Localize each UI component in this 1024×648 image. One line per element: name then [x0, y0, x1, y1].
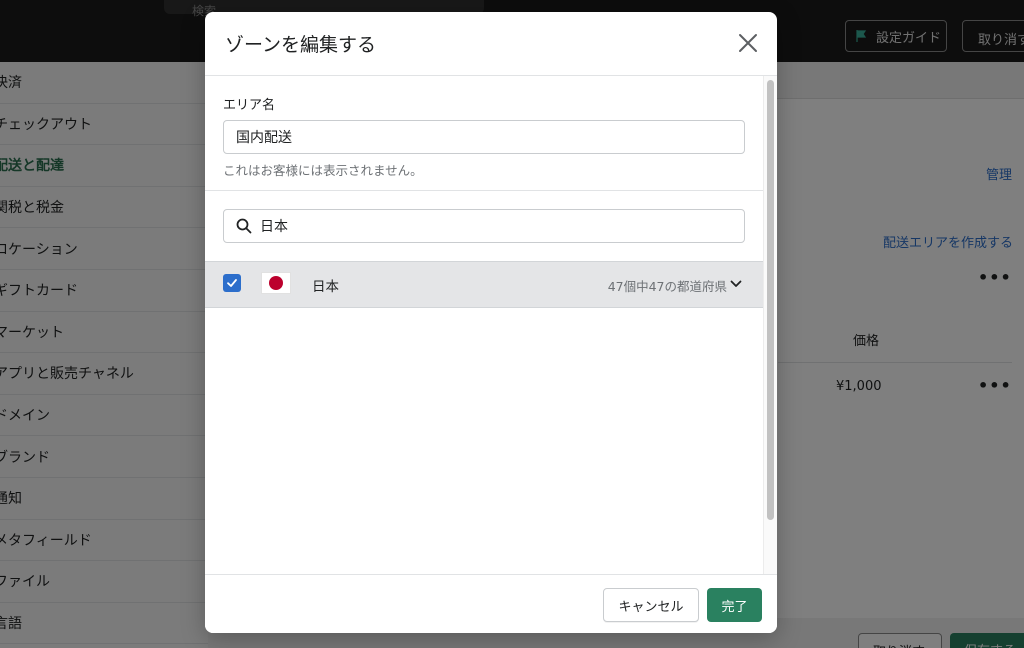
country-checkbox[interactable] — [223, 274, 241, 292]
edit-zone-modal: ゾーンを編集する エリア名 これはお客様には表示されません。 — [205, 12, 777, 633]
checkmark-icon — [227, 279, 237, 287]
country-search-box[interactable] — [223, 209, 745, 243]
modal-title: ゾーンを編集する — [225, 34, 377, 56]
cancel-button[interactable]: キャンセル — [603, 588, 699, 622]
modal-header: ゾーンを編集する — [205, 12, 777, 76]
japan-flag-icon — [261, 272, 291, 294]
country-search-section — [205, 191, 763, 261]
done-button[interactable]: 完了 — [707, 588, 762, 622]
country-name: 日本 — [312, 279, 339, 295]
area-name-section: エリア名 これはお客様には表示されません。 — [205, 76, 763, 191]
area-name-input[interactable] — [223, 120, 745, 154]
area-name-label: エリア名 — [223, 98, 276, 113]
search-icon — [236, 218, 252, 234]
chevron-down-icon[interactable] — [729, 277, 743, 291]
modal-footer: キャンセル 完了 — [205, 574, 777, 633]
province-count: 47個中47の都道府県 — [607, 279, 727, 294]
scrollbar-thumb[interactable] — [767, 80, 774, 520]
country-row-japan[interactable]: 日本 47個中47の都道府県 — [205, 261, 763, 308]
country-search-input[interactable] — [260, 218, 730, 234]
modal-scrollbar[interactable] — [763, 76, 777, 574]
close-icon[interactable] — [737, 32, 759, 54]
modal-body: エリア名 これはお客様には表示されません。 日本 47個中47の都道府県 — [205, 76, 763, 574]
area-name-help-text: これはお客様には表示されません。 — [223, 163, 423, 178]
